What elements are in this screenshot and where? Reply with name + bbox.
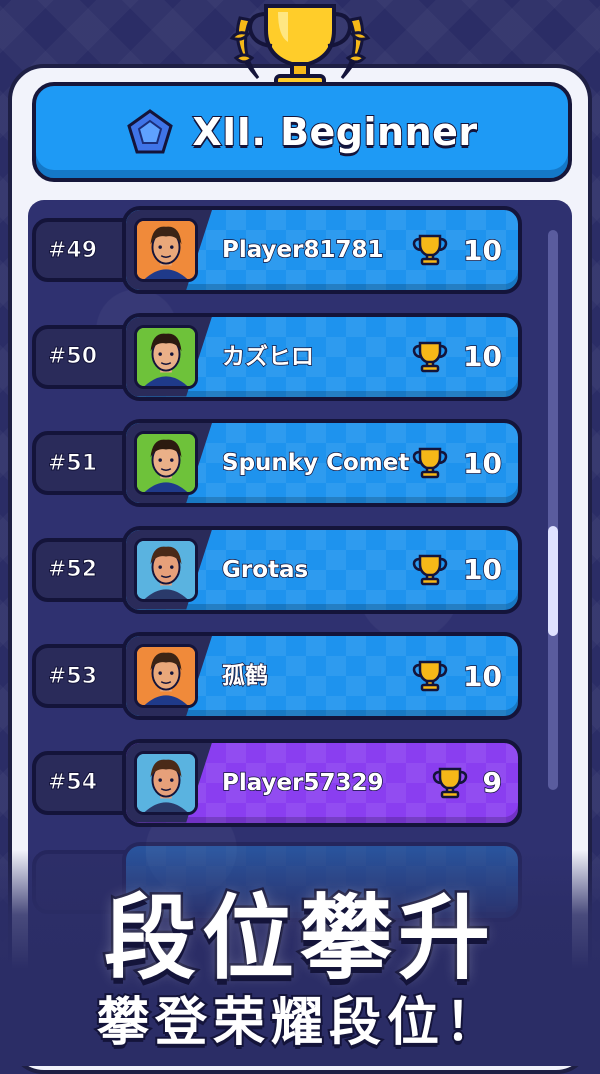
player-avatar[interactable] (134, 750, 198, 815)
player-card[interactable]: Player57329 9 (122, 738, 522, 827)
player-score: 10 (411, 317, 503, 397)
promo-subline: 攀登荣耀段位！ (95, 991, 503, 1055)
leaderboard-row[interactable]: #50 カズヒロ 10 (32, 312, 522, 401)
rank-number: #51 (47, 450, 98, 476)
avatar-portrait-icon (137, 434, 195, 492)
leaderboard-row[interactable]: #51 Spunky Comet 10 (32, 419, 522, 507)
avatar-portrait-icon (137, 327, 195, 386)
player-name: Grotas (221, 556, 309, 584)
trophy-count: 10 (462, 446, 502, 481)
player-card[interactable]: Spunky Comet 10 (122, 419, 522, 507)
player-card[interactable]: Player81781 10 (122, 206, 522, 294)
avatar-portrait-icon (137, 221, 195, 279)
player-avatar[interactable] (134, 537, 198, 602)
leaderboard-row[interactable]: #52 Grotas 10 (32, 525, 522, 614)
player-card[interactable]: 孤鹤 10 (122, 632, 522, 720)
leaderboard-row[interactable]: #53 孤鹤 10 (32, 632, 522, 720)
trophy-count: 10 (462, 659, 502, 694)
player-name: 孤鹤 (221, 662, 269, 690)
trophy-count: 10 (462, 339, 502, 374)
avatar-portrait-icon (137, 753, 195, 812)
small-trophy-icon (412, 234, 448, 266)
player-avatar[interactable] (134, 324, 198, 389)
player-card[interactable]: カズヒロ 10 (122, 312, 522, 401)
player-avatar[interactable] (134, 431, 198, 495)
player-score: 9 (431, 743, 503, 823)
player-avatar[interactable] (134, 218, 198, 282)
player-name: Player57329 (221, 769, 384, 797)
leaderboard-row[interactable]: #49 Player81781 10 (32, 206, 522, 294)
avatar-portrait-icon (137, 540, 195, 599)
small-trophy-icon (432, 767, 467, 798)
trophy-count: 9 (482, 765, 503, 800)
small-trophy-icon (412, 660, 448, 692)
rank-number: #53 (47, 663, 98, 689)
player-card[interactable]: Grotas 10 (122, 525, 522, 614)
leaderboard-row[interactable]: #54 Player57329 9 (32, 738, 522, 827)
league-title: XII. Beginner (191, 109, 478, 155)
trophy-count: 10 (462, 233, 502, 268)
player-name: Spunky Comet (221, 449, 410, 477)
rank-number: #54 (47, 770, 98, 796)
rank-number: #50 (47, 344, 98, 370)
rank-number: #52 (47, 557, 98, 583)
scrollbar-track[interactable] (548, 230, 558, 790)
player-score: 10 (411, 530, 503, 610)
promo-headline: 段位攀升 (101, 883, 496, 995)
player-score: 10 (411, 423, 503, 503)
avatar-portrait-icon (137, 647, 195, 705)
trophy-count: 10 (462, 552, 502, 587)
player-score: 10 (411, 636, 503, 716)
league-title-bar: XII. Beginner (32, 82, 572, 182)
small-trophy-icon (412, 341, 448, 372)
player-name: カズヒロ (221, 343, 315, 371)
small-trophy-icon (412, 554, 448, 585)
scrollbar-thumb[interactable] (548, 526, 558, 636)
blue-pentagon-gem-icon (127, 109, 174, 154)
player-avatar[interactable] (134, 644, 198, 708)
rank-number: #49 (47, 237, 98, 263)
player-name: Player81781 (221, 236, 384, 264)
small-trophy-icon (412, 447, 448, 479)
player-score: 10 (411, 210, 503, 290)
